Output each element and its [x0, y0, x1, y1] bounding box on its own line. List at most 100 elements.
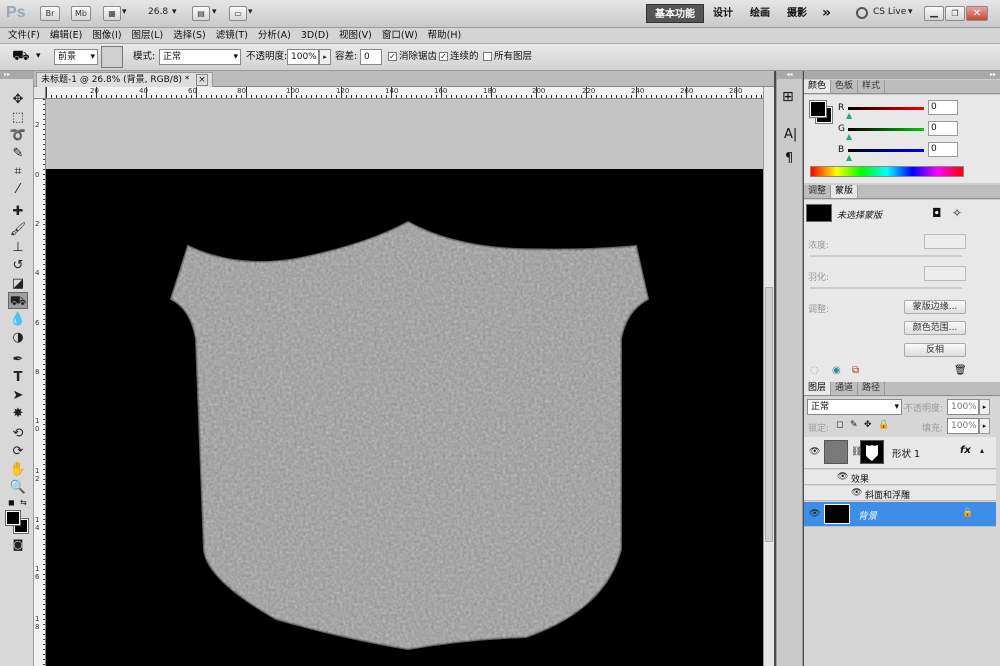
apply-mask-icon[interactable]: ⧉ [852, 365, 859, 376]
pixel-mask-icon[interactable]: ◘ [932, 206, 942, 220]
layer-row[interactable]: 👁 ⛓ 形状 1 fx ▴ [804, 437, 996, 469]
history-panel-icon[interactable]: ⊞ [782, 89, 794, 105]
menu-image[interactable]: 图像(I) [92, 28, 121, 43]
pattern-swatch[interactable] [101, 46, 123, 68]
eye-icon[interactable]: 👁 [809, 447, 820, 457]
lock-all-icon[interactable]: 🔒 [878, 420, 889, 430]
foreground-color-swatch[interactable] [5, 510, 21, 526]
eraser-tool-icon[interactable]: ◪ [8, 275, 28, 292]
cslive-icon[interactable] [856, 7, 868, 19]
marquee-tool-icon[interactable]: ⬚ [8, 109, 28, 126]
slider-thumb-icon[interactable]: ▲ [846, 132, 852, 141]
history-brush-tool-icon[interactable]: ↺ [8, 257, 28, 274]
chevron-down-icon[interactable]: ▾ [172, 7, 177, 17]
blue-input[interactable]: 0 [928, 142, 958, 157]
opacity-input[interactable]: 100% [287, 49, 319, 65]
path-select-tool-icon[interactable]: ➤ [8, 387, 28, 404]
more-workspaces-button[interactable]: » [814, 4, 839, 23]
opacity-slider-toggle[interactable]: ▸ [319, 49, 331, 65]
horizontal-ruler[interactable]: 20 40 60 80 100 120 140 160 180 200 220 … [46, 87, 763, 99]
eye-icon[interactable]: 👁 [837, 472, 848, 482]
chevron-down-icon[interactable]: ▾ [248, 7, 253, 17]
chevron-down-icon[interactable]: ▾ [36, 51, 41, 61]
scrollbar-thumb[interactable] [765, 287, 773, 542]
color-range-button[interactable]: 颜色范围... [904, 321, 966, 335]
ruler-origin[interactable] [34, 87, 46, 99]
density-input[interactable] [924, 234, 966, 249]
default-colors-icon[interactable]: ◼ [8, 498, 15, 507]
blue-slider[interactable] [848, 149, 924, 152]
feather-slider[interactable] [810, 287, 962, 289]
tab-adjustments[interactable]: 调整 [804, 185, 832, 198]
3d-orbit-tool-icon[interactable]: ⟳ [8, 443, 28, 460]
fill-source-select[interactable]: 前景 ▾ [54, 49, 98, 65]
quick-mask-icon[interactable]: ◙ [8, 536, 28, 553]
type-tool-icon[interactable]: T [8, 369, 28, 386]
restore-button[interactable]: ❐ [945, 6, 965, 21]
tolerance-input[interactable]: 0 [360, 49, 382, 65]
menu-filter[interactable]: 滤镜(T) [216, 28, 248, 43]
tab-color[interactable]: 颜色 [804, 80, 832, 93]
clone-stamp-tool-icon[interactable]: ⊥ [8, 239, 28, 256]
contiguous-checkbox[interactable]: ✓ [439, 52, 448, 61]
fill-toggle[interactable]: ▸ [979, 418, 990, 434]
menu-layer[interactable]: 图层(L) [132, 28, 164, 43]
eye-icon[interactable]: 👁 [851, 488, 862, 498]
swap-colors-icon[interactable]: ⇆ [20, 498, 27, 507]
move-tool-icon[interactable]: ✥ [8, 91, 28, 108]
brush-tool-icon[interactable]: 🖌 [8, 221, 28, 238]
eyedropper-tool-icon[interactable]: ⁄ [8, 181, 28, 198]
pen-tool-icon[interactable]: ✒ [8, 351, 28, 368]
shape-tool-icon[interactable]: ✸ [8, 405, 28, 422]
delete-mask-icon[interactable]: 🗑 [954, 365, 967, 376]
character-panel-icon[interactable]: A| [784, 127, 797, 142]
paint-bucket-tool-preset-icon[interactable]: ⛟ [12, 48, 30, 66]
tools-collapse-icon[interactable]: ▸▸ [0, 71, 34, 79]
workspace-essentials[interactable]: 基本功能 [646, 4, 704, 23]
workspace-photography[interactable]: 摄影 [779, 4, 815, 23]
lasso-tool-icon[interactable]: ➰ [8, 127, 28, 144]
red-slider[interactable] [848, 107, 924, 110]
canvas-area[interactable] [46, 99, 763, 666]
mode-select[interactable]: 正常 ▾ [159, 49, 241, 65]
hand-tool-icon[interactable]: ✋ [8, 461, 28, 478]
3d-rotate-tool-icon[interactable]: ⟲ [8, 425, 28, 442]
canvas[interactable] [46, 169, 763, 666]
collapse-strip-icon[interactable]: ◂◂ [777, 71, 802, 79]
vertical-scrollbar[interactable] [763, 87, 774, 666]
layer-row-selected[interactable]: 👁 背景 🔒 [804, 502, 996, 527]
arrange-documents-button[interactable]: ▤ [192, 6, 210, 21]
color-ramp[interactable] [810, 166, 964, 177]
slider-thumb-icon[interactable]: ▲ [846, 153, 852, 162]
all-layers-checkbox[interactable] [483, 52, 492, 61]
green-slider[interactable] [848, 128, 924, 131]
collapse-effects-icon[interactable]: ▴ [980, 446, 984, 455]
spot-healing-tool-icon[interactable]: ✚ [8, 203, 28, 220]
chevron-down-icon[interactable]: ▾ [908, 7, 913, 17]
color-panel-foreground-swatch[interactable] [809, 100, 827, 118]
chevron-down-icon[interactable]: ▾ [212, 7, 217, 17]
zoom-tool-icon[interactable]: 🔍 [8, 479, 28, 496]
screen-mode-button[interactable]: ▭ [229, 6, 247, 21]
slider-thumb-icon[interactable]: ▲ [846, 111, 852, 120]
tab-masks[interactable]: 蒙版 [831, 185, 859, 198]
quick-select-tool-icon[interactable]: ✎ [8, 145, 28, 162]
eye-icon[interactable]: 👁 [809, 509, 820, 519]
layer-opacity-input[interactable]: 100% [947, 399, 979, 415]
tab-channels[interactable]: 通道 [831, 382, 859, 395]
menu-view[interactable]: 视图(V) [339, 28, 372, 43]
red-input[interactable]: 0 [928, 100, 958, 115]
dodge-tool-icon[interactable]: ◑ [8, 329, 28, 346]
menu-analysis[interactable]: 分析(A) [258, 28, 291, 43]
paragraph-panel-icon[interactable]: ¶ [785, 151, 793, 166]
menu-help[interactable]: 帮助(H) [428, 28, 462, 43]
workspace-painting[interactable]: 绘画 [742, 4, 778, 23]
antialias-checkbox[interactable]: ✓ [388, 52, 397, 61]
close-window-button[interactable]: ✕ [966, 6, 988, 21]
menu-window[interactable]: 窗口(W) [382, 28, 418, 43]
view-extras-button[interactable]: ▦ [103, 6, 121, 21]
paint-bucket-tool-icon[interactable]: ⛟ [8, 292, 28, 309]
vector-mask-icon[interactable]: ✧ [952, 206, 962, 220]
menu-3d[interactable]: 3D(D) [301, 28, 329, 43]
bridge-button[interactable]: Br [40, 6, 60, 21]
